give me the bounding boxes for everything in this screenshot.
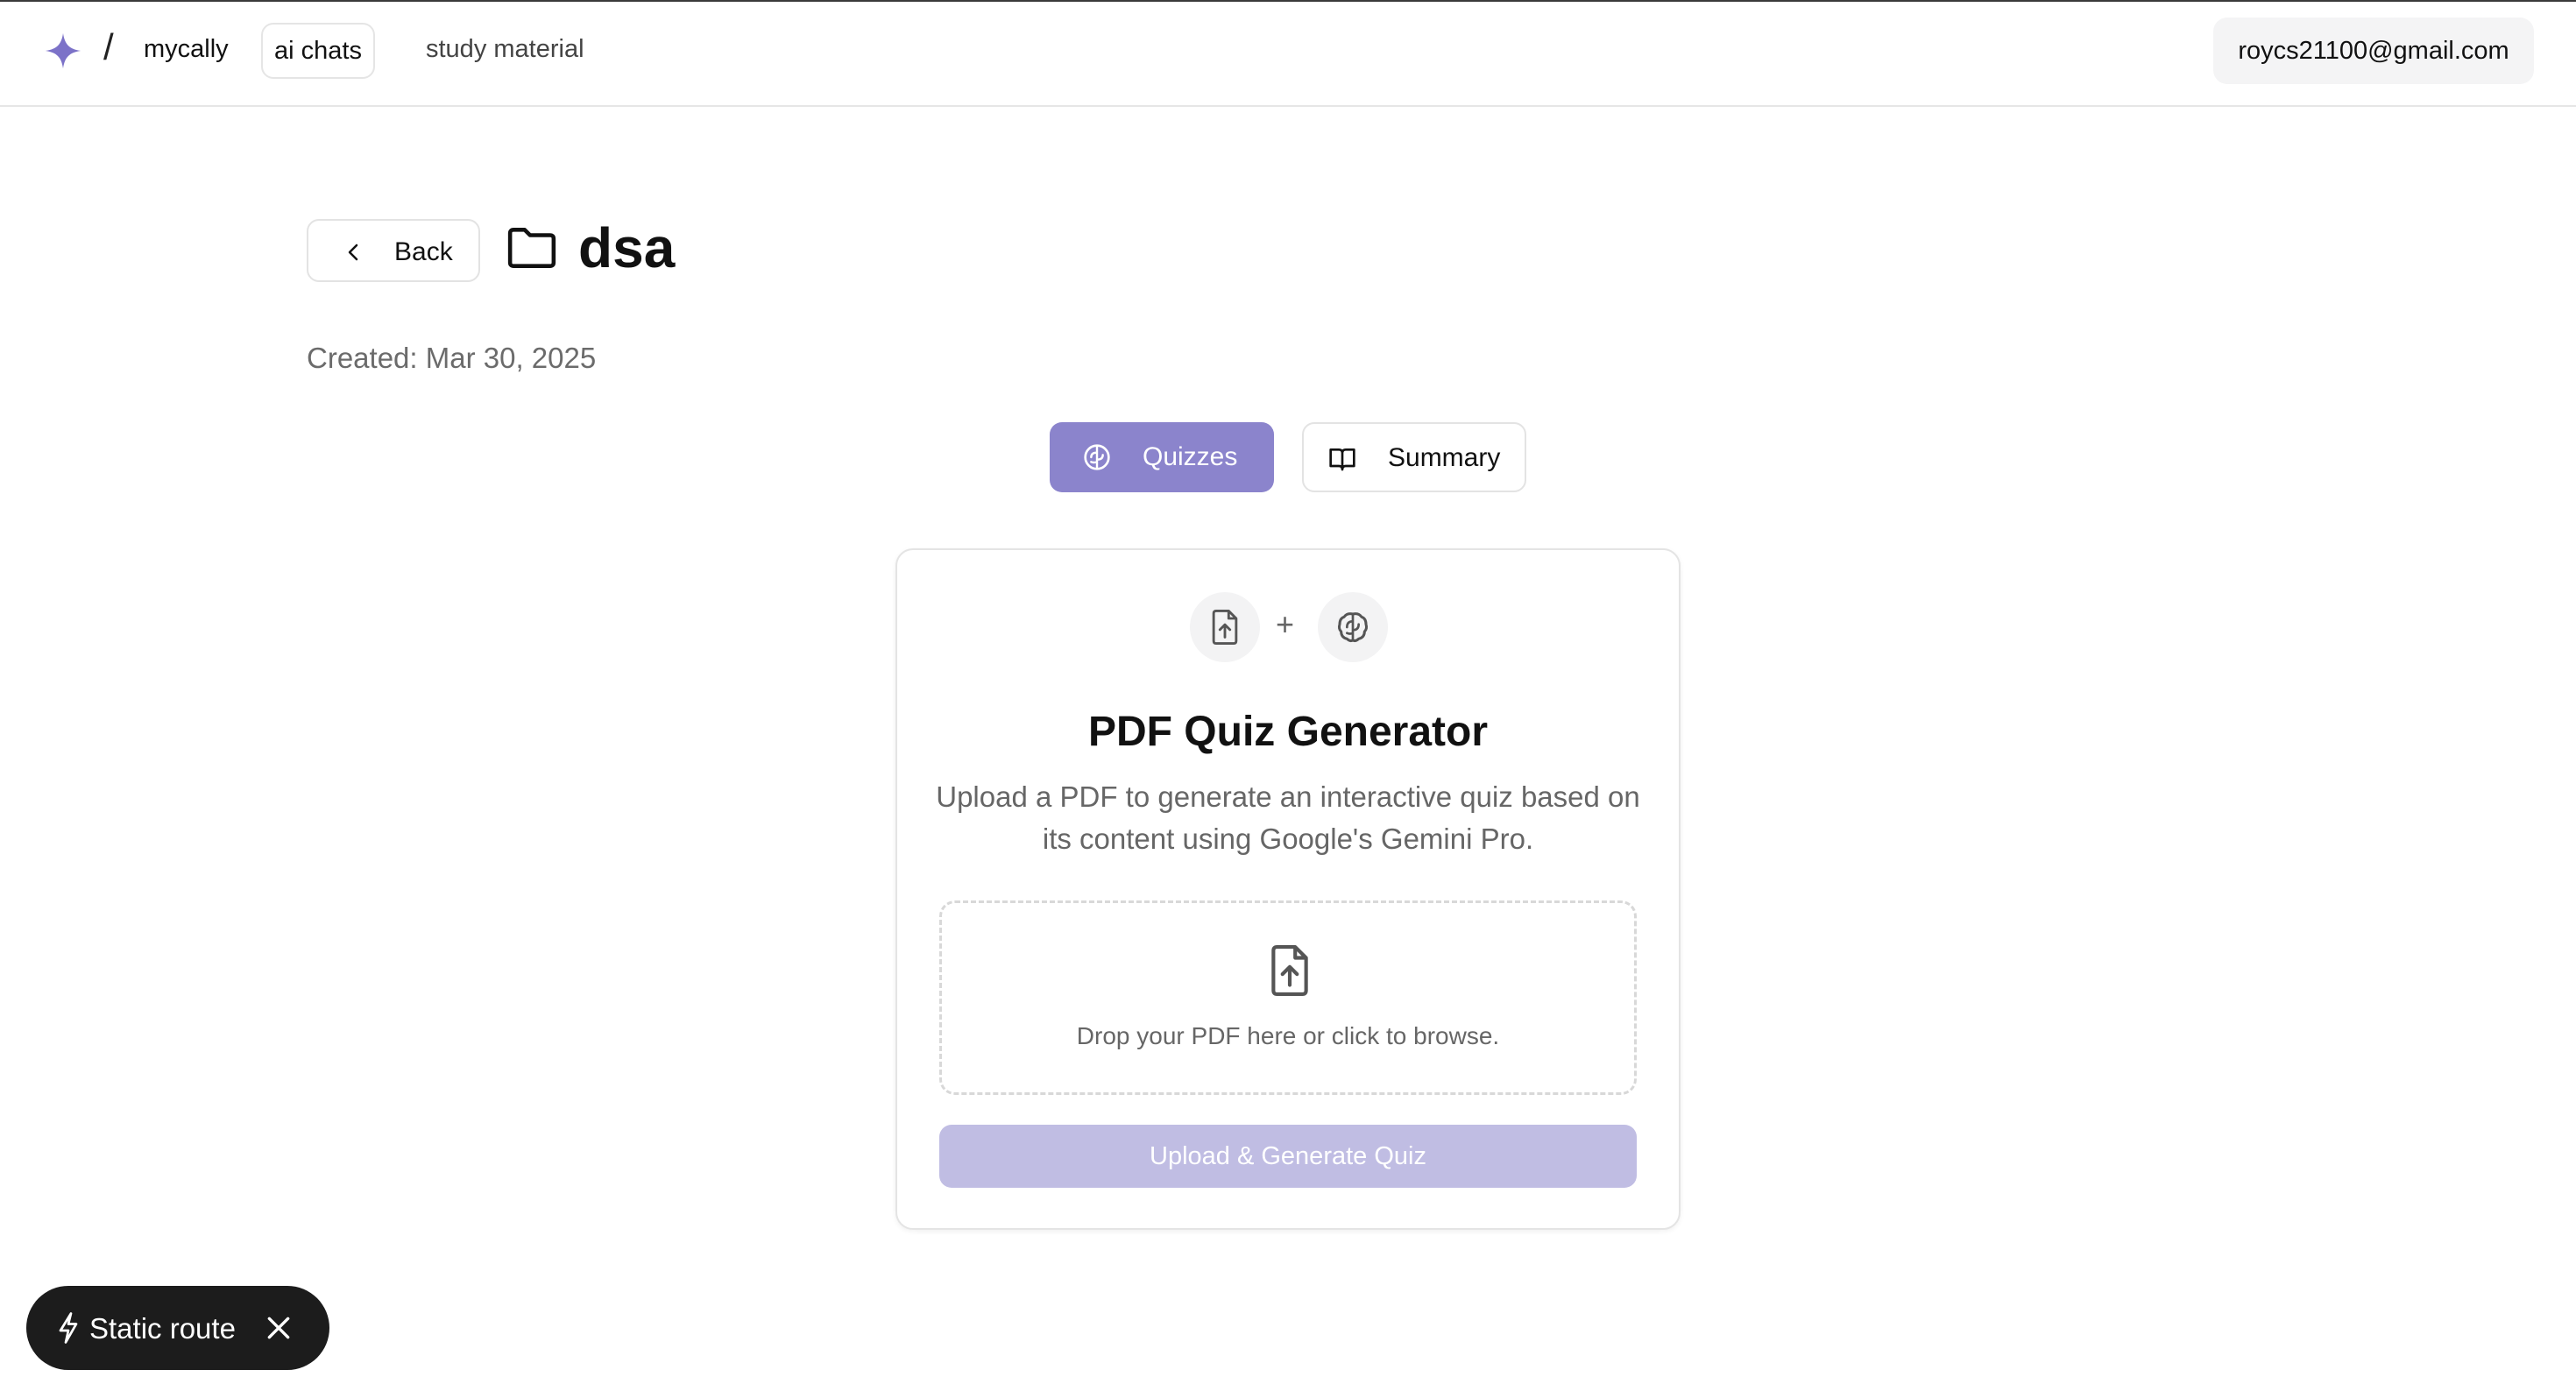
breadcrumb-separator: /: [103, 26, 114, 67]
nav-study-material[interactable]: study material: [426, 35, 584, 64]
folder-icon: [507, 228, 556, 268]
brain-badge: [1318, 592, 1388, 662]
file-upload-icon: [1271, 945, 1308, 996]
brain-icon: [1337, 612, 1369, 643]
sparkle-logo-icon[interactable]: [44, 32, 82, 70]
card-title: PDF Quiz Generator: [1087, 709, 1489, 755]
upload-generate-quiz-button[interactable]: Upload & Generate Quiz: [939, 1125, 1637, 1188]
tab-summary[interactable]: Summary: [1302, 422, 1526, 492]
chevron-left-icon: [348, 244, 358, 261]
back-button-label: Back: [394, 237, 453, 266]
user-account-button[interactable]: roycs21100@gmail.com: [2213, 18, 2534, 84]
tab-quizzes-label: Quizzes: [1143, 442, 1238, 471]
bolt-icon: [59, 1312, 78, 1344]
brain-icon: [1084, 444, 1110, 470]
plus-sign: +: [1276, 606, 1295, 642]
top-navigation-bar: / mycally ai chats study material roycs2…: [0, 0, 2576, 107]
pdf-dropzone[interactable]: Drop your PDF here or click to browse.: [939, 900, 1637, 1095]
quiz-generator-card: + PDF Quiz Generator Upload a PDF to gen…: [895, 548, 1681, 1230]
static-route-indicator: Static route: [26, 1286, 329, 1370]
tab-summary-label: Summary: [1388, 443, 1501, 472]
card-description: Upload a PDF to generate an interactive …: [936, 780, 1640, 855]
file-upload-badge: [1190, 592, 1260, 662]
back-button[interactable]: Back: [307, 219, 480, 282]
page-title: dsa: [578, 216, 676, 279]
created-date: Created: Mar 30, 2025: [307, 342, 597, 374]
dropzone-text: Drop your PDF here or click to browse.: [1076, 1022, 1500, 1049]
file-upload-icon: [1212, 610, 1238, 645]
brand-name[interactable]: mycally: [144, 35, 229, 64]
static-route-label: Static route: [89, 1312, 236, 1345]
tab-quizzes[interactable]: Quizzes: [1050, 422, 1274, 492]
close-icon[interactable]: [265, 1314, 293, 1342]
book-open-icon: [1329, 448, 1355, 471]
nav-ai-chats[interactable]: ai chats: [261, 23, 375, 79]
